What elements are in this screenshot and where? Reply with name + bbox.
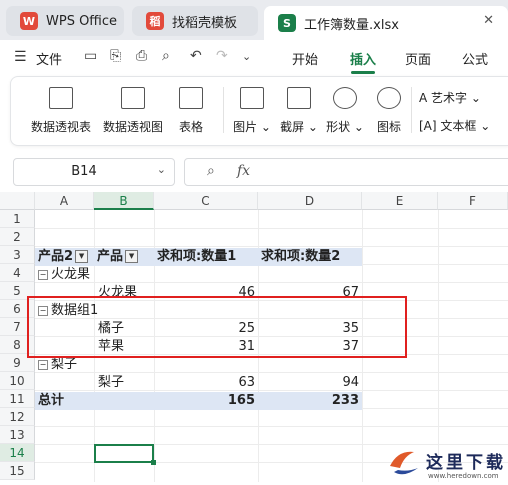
text-box-icon: [A] — [419, 119, 437, 133]
icons-button[interactable]: 图标 — [373, 77, 405, 145]
collapse-icon[interactable]: − — [38, 359, 48, 370]
pivot-header-cell[interactable]: 产品 ▼ — [94, 248, 154, 266]
tab-label: WPS Office — [46, 13, 118, 29]
pivot-chart-icon — [121, 87, 145, 109]
filter-dropdown-icon[interactable]: ▼ — [125, 250, 139, 263]
pivot-table-button[interactable]: 数据透视表 — [29, 77, 93, 145]
pivot-group-cell[interactable]: − 火龙果 — [35, 266, 155, 284]
ribbon-divider — [223, 87, 224, 133]
pivot-value-cell[interactable]: 63 — [154, 374, 258, 392]
pivot-total-value[interactable]: 165 — [154, 392, 258, 410]
row-header[interactable]: 2 — [0, 228, 35, 246]
active-tab-indicator — [351, 71, 375, 74]
pivot-value-cell[interactable]: 94 — [258, 374, 362, 392]
pivot-header-cell[interactable]: 求和项:数量1 — [154, 248, 258, 266]
row-header[interactable]: 10 — [0, 372, 35, 390]
picture-icon — [240, 87, 264, 109]
collapse-icon[interactable]: − — [38, 269, 48, 280]
row-header[interactable]: 3 — [0, 246, 35, 264]
pivot-header-cell[interactable]: 求和项:数量2 — [258, 248, 362, 266]
art-text-button[interactable]: A 艺术字 ⌄ — [419, 89, 481, 106]
redo-icon[interactable]: ↷ — [216, 48, 228, 64]
undo-icon[interactable]: ↶ — [190, 48, 202, 64]
table-button[interactable]: 表格 — [173, 77, 209, 145]
column-header[interactable]: C — [154, 192, 258, 210]
menu-tab-insert[interactable]: 插入 — [350, 49, 376, 68]
screenshot-button[interactable]: 截屏 ⌄ — [279, 77, 319, 145]
fx-icon[interactable]: fx — [237, 163, 250, 179]
row-header[interactable]: 11 — [0, 390, 35, 408]
text-box-button[interactable]: [A] 文本框 ⌄ — [419, 117, 490, 134]
menu-tab-start[interactable]: 开始 — [292, 49, 318, 68]
gridline — [35, 426, 508, 427]
export-icon[interactable]: ⎘ — [110, 48, 121, 64]
row-header[interactable]: 13 — [0, 426, 35, 444]
print-icon[interactable]: ⎙ — [136, 48, 147, 64]
tab-label: 工作簿数量.xlsx — [304, 17, 399, 33]
tab-workbook[interactable]: S 工作簿数量.xlsx ✕ — [264, 6, 508, 40]
watermark-text: 这里下载 — [426, 453, 506, 473]
row-header[interactable]: 12 — [0, 408, 35, 426]
screenshot-icon — [287, 87, 311, 109]
column-header[interactable]: E — [362, 192, 438, 210]
chevron-down-icon[interactable]: ⌄ — [242, 50, 251, 63]
chevron-down-icon[interactable]: ⌄ — [157, 163, 166, 176]
column-header[interactable]: A — [35, 192, 94, 210]
pivot-total-label[interactable]: 总计 — [35, 392, 154, 410]
pivot-item-cell[interactable]: 梨子 — [94, 374, 154, 392]
select-all-corner[interactable] — [0, 192, 35, 210]
menu-tab-page[interactable]: 页面 — [405, 49, 431, 68]
save-icon[interactable]: ▭ — [84, 48, 97, 64]
tab-bar: W WPS Office 稻 找稻壳模板 S 工作簿数量.xlsx ✕ — [0, 0, 508, 40]
close-icon[interactable]: ✕ — [483, 13, 494, 28]
art-text-icon: A — [419, 91, 428, 105]
menu-tab-formula[interactable]: 公式 — [462, 49, 488, 68]
row-header[interactable]: 15 — [0, 462, 35, 480]
shapes-icon — [333, 87, 357, 109]
watermark-url: www.heredown.com — [428, 472, 499, 480]
name-box[interactable]: B14 ⌄ — [13, 158, 175, 186]
pivot-header-cell[interactable]: 产品2 ▼ — [35, 248, 94, 266]
tab-template[interactable]: 稻 找稻壳模板 — [132, 6, 258, 36]
watermark-logo-icon — [390, 451, 418, 475]
ribbon-divider — [411, 87, 412, 133]
formula-input[interactable]: ⌕ fx — [184, 158, 508, 186]
spreadsheet-icon: S — [278, 14, 296, 32]
menu-bar: ☰ 文件 ▭ ⎘ ⎙ ⌕ ↶ ↷ ⌄ 开始 插入 页面 公式 — [0, 40, 508, 74]
fill-handle[interactable] — [151, 460, 156, 465]
formula-bar: B14 ⌄ ⌕ fx — [0, 152, 508, 188]
gridline — [35, 246, 508, 247]
picture-button[interactable]: 图片 ⌄ — [233, 77, 271, 145]
pivot-group-cell[interactable]: − 梨子 — [35, 356, 155, 374]
filter-dropdown-icon[interactable]: ▼ — [75, 250, 89, 263]
highlight-box — [27, 296, 407, 358]
zoom-icon[interactable]: ⌕ — [207, 163, 215, 179]
column-header[interactable]: D — [258, 192, 362, 210]
gridline — [35, 228, 508, 229]
ribbon-insert: 数据透视表 数据透视图 表格 图片 ⌄ 截屏 ⌄ 形状 ⌄ 图标 A 艺术字 ⌄… — [10, 76, 508, 146]
watermark: 这里下载 www.heredown.com — [384, 442, 508, 482]
column-header[interactable]: F — [438, 192, 508, 210]
tab-label: 找稻壳模板 — [172, 15, 238, 31]
icons-icon — [377, 87, 401, 109]
pivot-total-value[interactable]: 233 — [258, 392, 362, 410]
row-header[interactable]: 14 — [0, 444, 35, 462]
tab-wps-office[interactable]: W WPS Office — [6, 6, 124, 36]
print-preview-icon[interactable]: ⌕ — [162, 48, 170, 64]
wps-logo-icon: W — [20, 12, 38, 30]
shapes-button[interactable]: 形状 ⌄ — [325, 77, 365, 145]
selected-cell[interactable] — [94, 444, 154, 463]
column-header[interactable]: B — [94, 192, 154, 210]
row-header[interactable]: 4 — [0, 264, 35, 282]
row-header[interactable]: 1 — [0, 210, 35, 228]
hamburger-menu-icon[interactable]: ☰ — [14, 49, 27, 65]
pivot-chart-button[interactable]: 数据透视图 — [101, 77, 165, 145]
table-icon — [179, 87, 203, 109]
pivot-table-icon — [49, 87, 73, 109]
menu-file[interactable]: 文件 — [36, 49, 62, 68]
template-icon: 稻 — [146, 12, 164, 30]
